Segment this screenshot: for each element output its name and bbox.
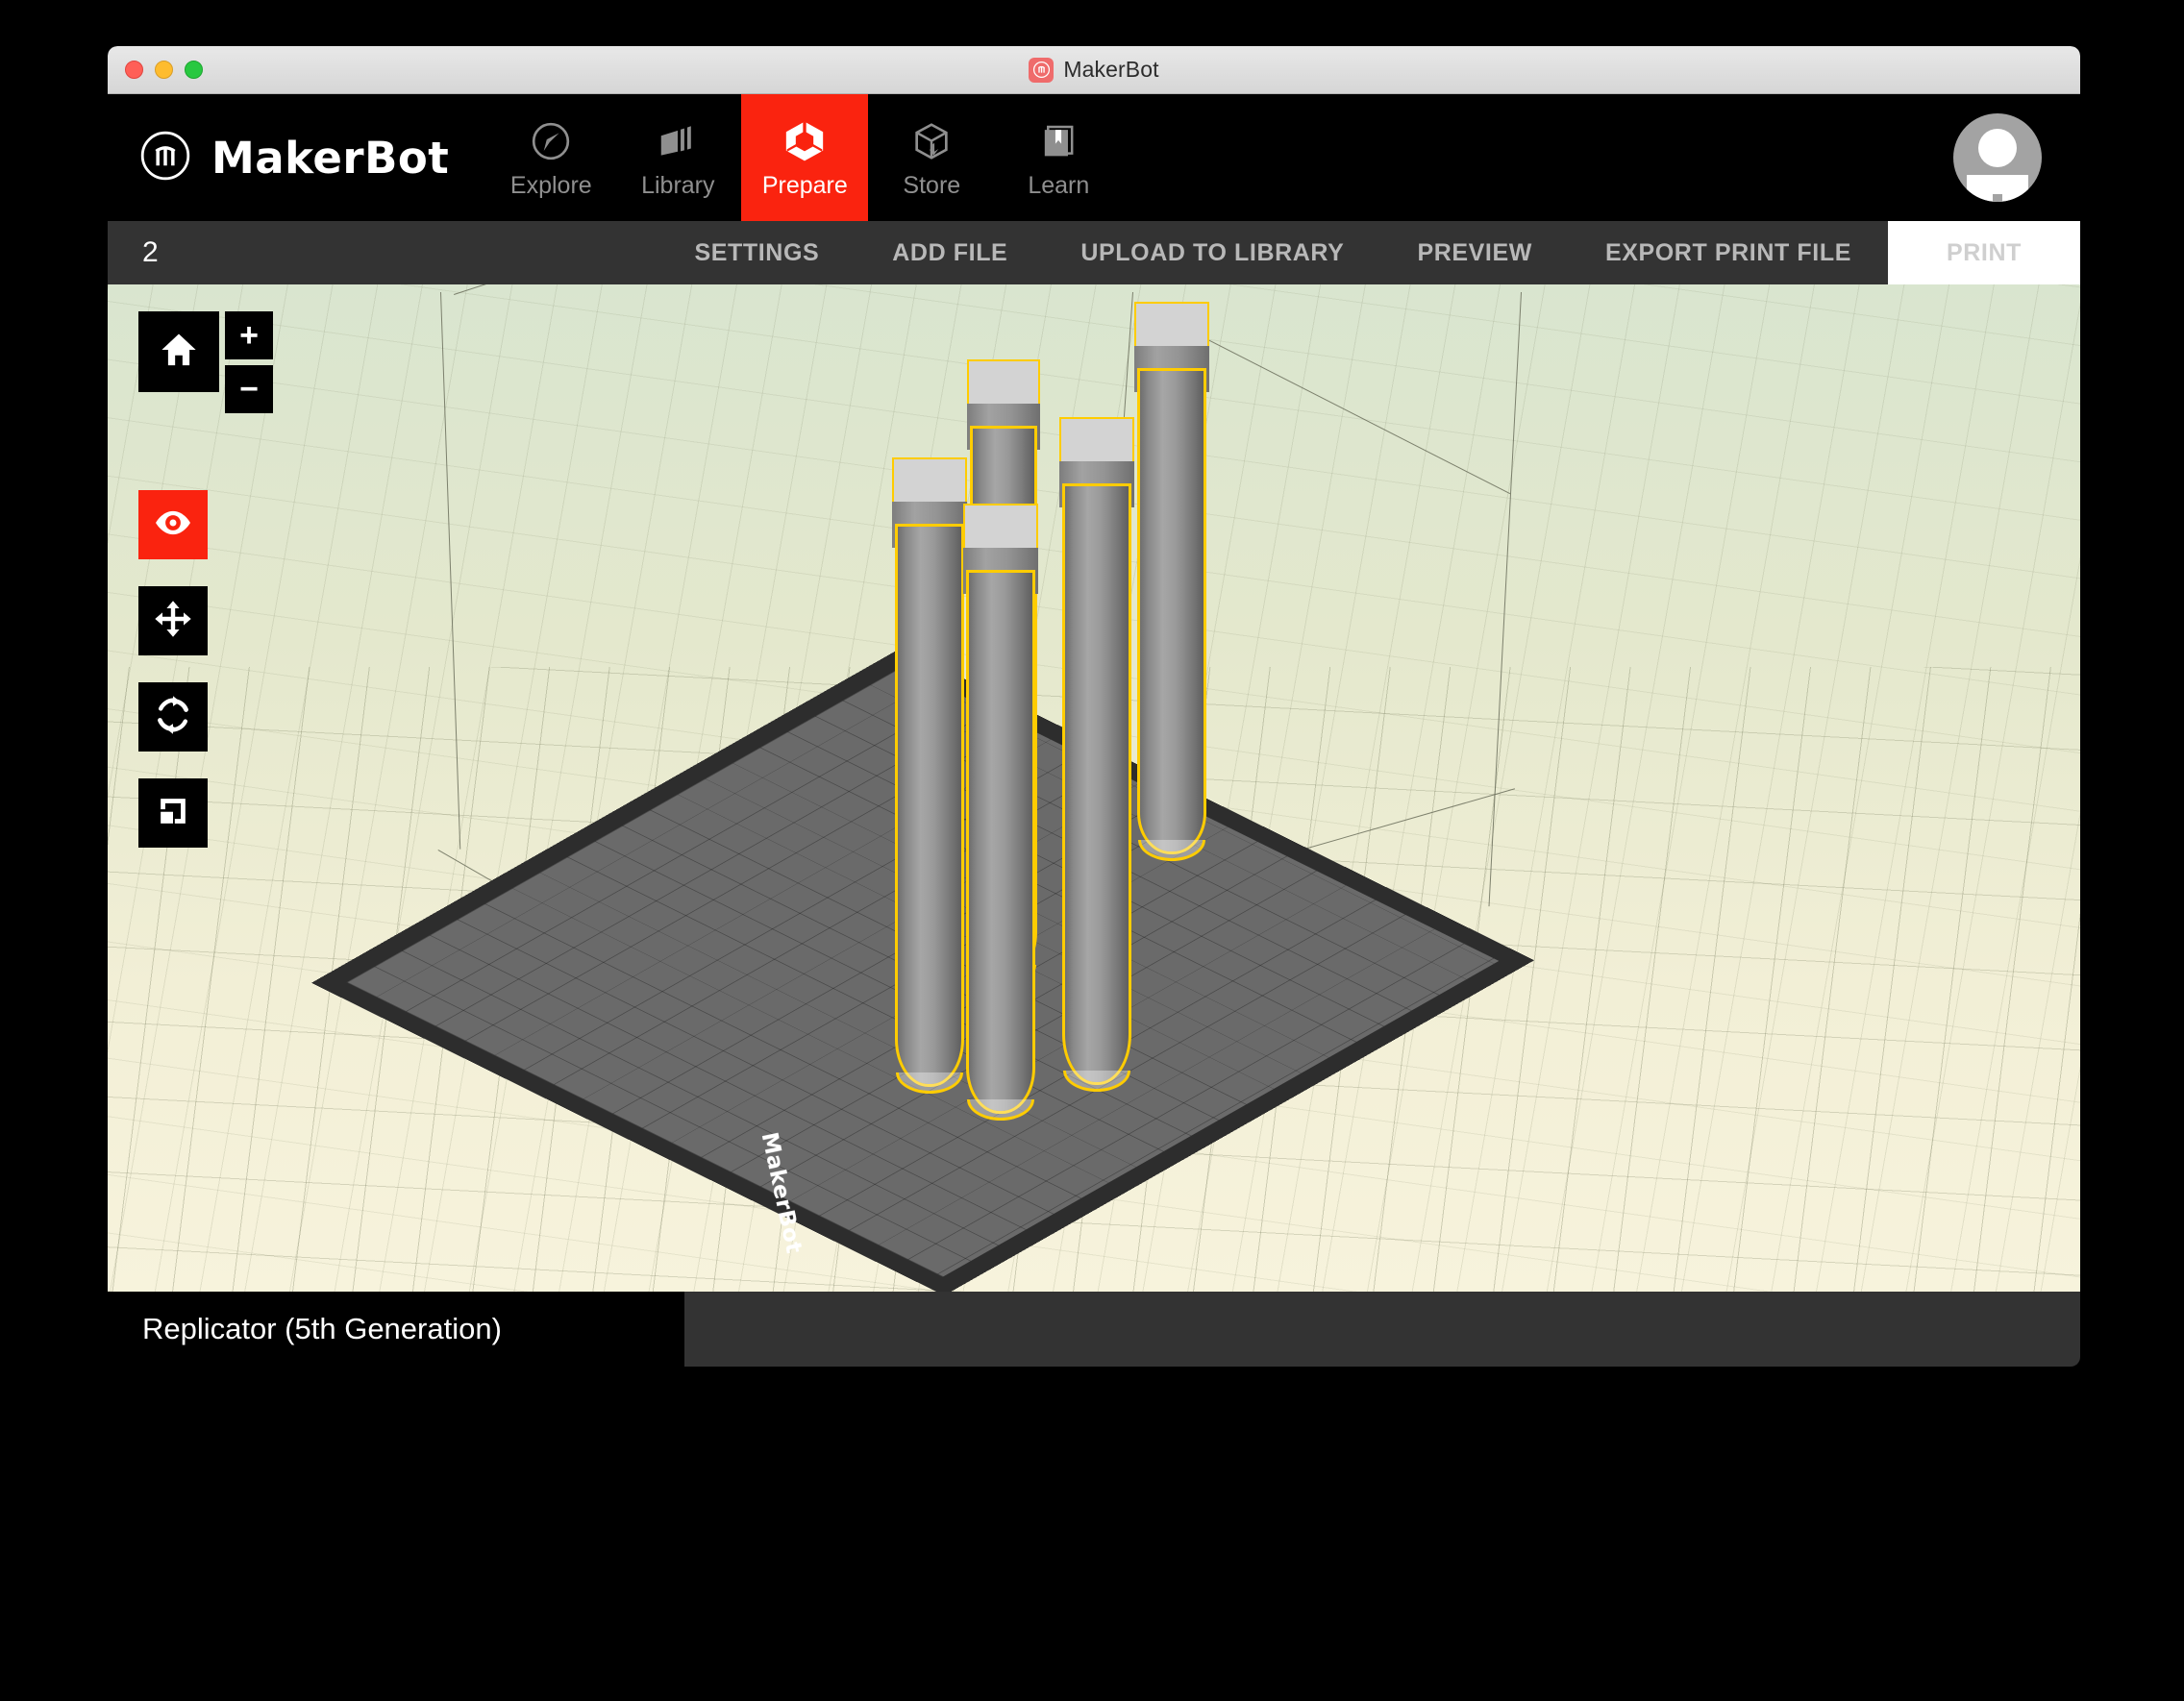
zoom-button[interactable] — [185, 61, 203, 79]
nav-item-learn[interactable]: Learn — [995, 94, 1122, 221]
model-object[interactable] — [1134, 302, 1209, 861]
scale-tool-button[interactable] — [138, 778, 208, 848]
zoom-controls: + − — [225, 311, 273, 413]
move-arrows-icon — [152, 598, 194, 645]
makerbot-circle-m-icon — [138, 129, 192, 187]
model-object[interactable] — [1059, 417, 1134, 1092]
print-button[interactable]: PRINT — [1888, 221, 2080, 284]
close-button[interactable] — [125, 61, 143, 79]
model-object[interactable] — [892, 457, 967, 1094]
window-title: MakerBot — [1063, 57, 1159, 82]
model-shaft — [966, 570, 1035, 1114]
nav-label-store: Store — [903, 171, 961, 199]
zoom-out-button[interactable]: − — [225, 365, 273, 413]
prepare-cube-icon — [781, 116, 829, 166]
layers-icon — [656, 116, 700, 166]
brand-logo[interactable]: MakerBot — [108, 94, 487, 221]
printer-name: Replicator (5th Generation) — [142, 1312, 502, 1345]
nav-label-learn: Learn — [1028, 171, 1090, 199]
compass-icon — [529, 116, 573, 166]
nav-label-explore: Explore — [509, 171, 592, 199]
bottom-panel — [684, 1292, 2080, 1367]
rotate-icon — [152, 694, 194, 741]
model-cap-top — [963, 504, 1038, 550]
top-navigation: MakerBot Explore Library Prepare Store L… — [108, 94, 2080, 221]
makerbot-logo-icon — [1029, 57, 1055, 83]
book-bookmark-icon — [1036, 116, 1080, 166]
preview-button[interactable]: PREVIEW — [1380, 221, 1569, 284]
nav-item-library[interactable]: Library — [614, 94, 741, 221]
user-avatar-icon[interactable] — [1953, 113, 2042, 202]
nav-items: Explore Library Prepare Store Learn — [487, 94, 1122, 221]
home-icon — [157, 328, 201, 377]
minimize-button[interactable] — [155, 61, 173, 79]
avatar-head — [1978, 129, 2017, 167]
object-count: 2 — [142, 236, 159, 268]
tool-rail: + − — [138, 311, 273, 848]
rail-gap — [138, 413, 273, 490]
model-shaft — [1137, 368, 1206, 854]
window-titlebar: MakerBot — [108, 46, 2080, 94]
app-window: MakerBot MakerBot Explore Library Prepar… — [108, 46, 2080, 1557]
move-tool-button[interactable] — [138, 586, 208, 655]
action-toolbar: 2 SETTINGS ADD FILE UPLOAD TO LIBRARY PR… — [108, 221, 2080, 284]
home-view-button[interactable] — [138, 311, 219, 392]
rail-gap — [138, 752, 273, 778]
model-cap-top — [967, 359, 1040, 406]
view-tool-button[interactable] — [138, 490, 208, 559]
box-download-icon — [909, 116, 954, 166]
model-shaft — [895, 524, 964, 1087]
avatar-leg-gap — [1993, 194, 2002, 202]
model-shaft — [1062, 483, 1131, 1085]
home-and-zoom-group: + − — [138, 311, 273, 413]
nav-item-store[interactable]: Store — [868, 94, 995, 221]
add-file-button[interactable]: ADD FILE — [856, 221, 1044, 284]
status-bar: Replicator (5th Generation) — [108, 1292, 2080, 1367]
model-object[interactable] — [963, 504, 1038, 1121]
rotate-tool-button[interactable] — [138, 682, 208, 752]
model-cap-top — [1134, 302, 1209, 348]
model-cap-top — [1059, 417, 1134, 463]
nav-label-library: Library — [641, 171, 715, 199]
printer-name-box[interactable]: Replicator (5th Generation) — [108, 1292, 684, 1367]
titlebar-center: MakerBot — [108, 57, 2080, 83]
model-cap-top — [892, 457, 967, 504]
zoom-in-button[interactable]: + — [225, 311, 273, 359]
nav-item-prepare[interactable]: Prepare — [741, 94, 869, 221]
export-print-file-button[interactable]: EXPORT PRINT FILE — [1569, 221, 1888, 284]
window-controls — [125, 46, 203, 93]
nav-item-explore[interactable]: Explore — [487, 94, 614, 221]
scale-icon — [152, 790, 194, 837]
eye-view-icon — [152, 502, 194, 549]
upload-to-library-button[interactable]: UPLOAD TO LIBRARY — [1044, 221, 1380, 284]
brand-wordmark: MakerBot — [211, 132, 450, 184]
rail-gap — [138, 655, 273, 682]
build-plate-viewport[interactable]: MakerBot + − — [108, 284, 2080, 1292]
toolbar-actions: SETTINGS ADD FILE UPLOAD TO LIBRARY PREV… — [588, 221, 2080, 284]
rail-gap — [138, 559, 273, 586]
nav-label-prepare: Prepare — [761, 171, 848, 199]
settings-button[interactable]: SETTINGS — [658, 221, 856, 284]
